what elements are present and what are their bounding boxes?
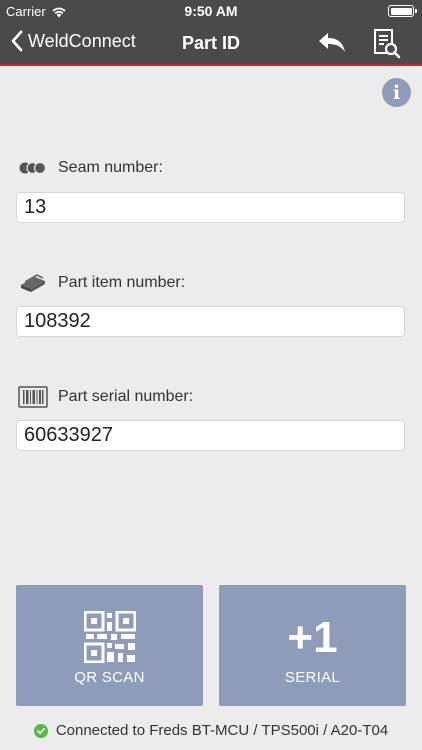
status-time: 9:50 AM <box>184 3 238 19</box>
undo-arrow-icon <box>319 33 345 52</box>
back-button[interactable]: WeldConnect <box>10 30 136 52</box>
qr-scan-label: QR SCAN <box>74 669 145 686</box>
part-serial-number-label-text: Part serial number: <box>58 388 194 405</box>
check-circle-icon <box>33 723 48 738</box>
barcode-icon <box>18 386 48 408</box>
seam-dots-icon <box>18 158 48 178</box>
serial-increment-button[interactable]: +1 SERIAL <box>219 585 406 706</box>
info-icon: i <box>392 81 401 104</box>
battery-icon <box>388 5 417 17</box>
undo-button[interactable] <box>316 30 348 58</box>
part-serial-number-label: Part serial number: <box>18 386 194 408</box>
part-plates-icon <box>18 273 48 293</box>
seam-number-label: Seam number: <box>18 158 163 178</box>
report-search-icon <box>374 29 401 59</box>
connection-status-text: Connected to Freds BT-MCU / TPS500i / A2… <box>55 722 389 739</box>
connection-status: Connected to Freds BT-MCU / TPS500i / A2… <box>0 722 422 739</box>
back-label: WeldConnect <box>28 30 136 51</box>
chevron-left-icon <box>11 30 23 52</box>
qr-code-icon <box>84 611 136 663</box>
seam-number-input[interactable] <box>16 192 405 223</box>
part-item-number-label: Part item number: <box>18 273 185 293</box>
plus-one-label: +1 <box>287 613 338 662</box>
seam-number-label-text: Seam number: <box>58 159 163 176</box>
report-search-button[interactable] <box>372 28 402 60</box>
part-item-number-input[interactable] <box>16 306 405 337</box>
part-item-number-label-text: Part item number: <box>58 274 186 291</box>
info-button[interactable]: i <box>382 78 411 107</box>
serial-label: SERIAL <box>284 669 341 686</box>
status-bar: Carrier 9:50 AM <box>0 0 422 22</box>
navigation-bar: WeldConnect Part ID <box>0 22 422 66</box>
part-serial-number-input[interactable] <box>16 420 405 451</box>
qr-scan-button[interactable]: QR SCAN <box>16 585 203 706</box>
